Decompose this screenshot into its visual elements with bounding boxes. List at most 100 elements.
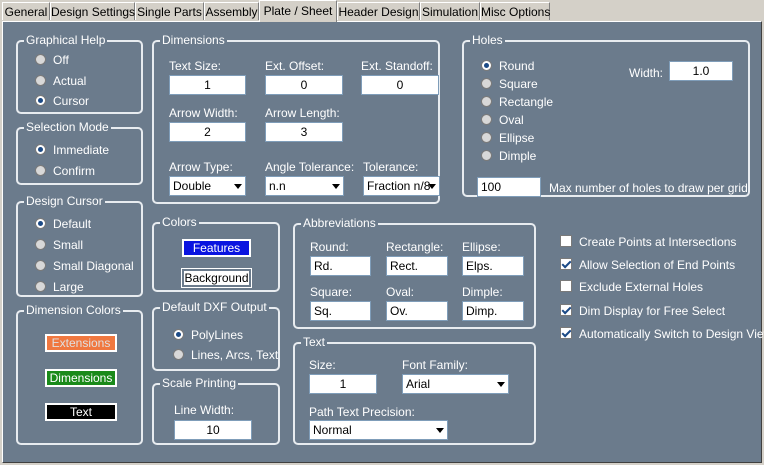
arrow-type-label: Arrow Type: [169, 160, 233, 174]
text-size-label: Size: [309, 358, 336, 372]
text-size-input[interactable]: 1 [309, 374, 377, 394]
max-holes-input[interactable]: 100 [477, 177, 541, 197]
holes-dimple-radio[interactable] [481, 150, 492, 161]
design-cursor-default-radio[interactable] [35, 218, 46, 229]
text-color-button[interactable]: Text [45, 403, 117, 421]
arrow-length-label: Arrow Length: [265, 106, 340, 120]
holes-ellipse-radio[interactable] [481, 132, 492, 143]
path-text-precision-select[interactable]: Normal [309, 420, 448, 440]
exclude-external-holes-label: Exclude External Holes [579, 280, 704, 294]
design-cursor-small-label: Small [53, 238, 84, 252]
holes-oval-label: Oval [499, 113, 524, 127]
tab-assembly[interactable]: Assembly [204, 2, 259, 20]
oval-abbr-input[interactable]: Ov. [386, 301, 448, 321]
abbreviations-title: Abbreviations [301, 216, 378, 231]
tab-single-parts[interactable]: Single Parts [135, 2, 204, 20]
tab-design-settings[interactable]: Design Settings [50, 2, 135, 20]
colors-group: Colors Features Background [152, 215, 280, 292]
abbreviations-group: Abbreviations Round: Rd. Rectangle: Rect… [293, 216, 536, 329]
tab-simulation[interactable]: Simulation [420, 2, 480, 20]
tab-misc-options[interactable]: Misc Options [480, 2, 550, 20]
design-cursor-small-diagonal-label: Small Diagonal [53, 259, 134, 273]
scale-printing-title: Scale Printing [160, 376, 239, 391]
path-text-precision-value: Normal [313, 423, 352, 437]
graphical-help-title: Graphical Help [24, 33, 108, 48]
allow-end-points-label: Allow Selection of End Points [579, 258, 736, 272]
graphical-help-off-radio[interactable] [35, 54, 46, 65]
ext-offset-input[interactable]: 0 [265, 75, 343, 95]
tab-plate-sheet[interactable]: Plate / Sheet [259, 0, 337, 22]
holes-ellipse-label: Ellipse [499, 131, 535, 145]
design-cursor-group: Design Cursor Default Small Small Diagon… [16, 194, 143, 297]
design-cursor-small-diagonal-radio[interactable] [35, 260, 46, 271]
features-color-button[interactable]: Features [182, 239, 251, 257]
tolerance-label: Tolerance: [363, 160, 419, 174]
chevron-down-icon [497, 382, 505, 387]
dimension-colors-group: Dimension Colors Extensions Dimensions T… [16, 303, 143, 445]
graphical-help-off-label: Off [53, 53, 69, 67]
font-family-label: Font Family: [402, 358, 469, 372]
dimple-abbr-input[interactable]: Dimp. [462, 301, 524, 321]
ellipse-abbr-input[interactable]: Elps. [462, 256, 524, 276]
holes-square-radio[interactable] [481, 78, 492, 89]
dxf-polylines-label: PolyLines [191, 328, 244, 342]
round-abbr-label: Round: [310, 240, 349, 254]
holes-oval-radio[interactable] [481, 114, 492, 125]
holes-rectangle-radio[interactable] [481, 96, 492, 107]
design-cursor-large-radio[interactable] [35, 281, 46, 292]
design-cursor-small-radio[interactable] [35, 239, 46, 250]
hole-width-input[interactable]: 1.0 [669, 61, 733, 81]
max-holes-label: Max number of holes to draw per grid [549, 181, 748, 195]
dimensions-group: Dimensions Text Size: 1 Ext. Offset: 0 E… [152, 33, 440, 204]
chevron-down-icon [436, 428, 444, 433]
oval-abbr-label: Oval: [386, 285, 415, 299]
angle-tolerance-select[interactable]: n.n [265, 176, 344, 196]
dimple-abbr-label: Dimple: [462, 285, 503, 299]
rectangle-abbr-label: Rectangle: [386, 240, 444, 254]
arrow-length-input[interactable]: 3 [265, 122, 343, 142]
design-cursor-title: Design Cursor [24, 194, 105, 209]
ext-standoff-label: Ext. Standoff: [361, 59, 433, 73]
holes-round-radio[interactable] [481, 60, 492, 71]
allow-end-points-checkbox[interactable] [560, 258, 572, 270]
holes-group: Holes Round Square Rectangle Oval Ellips… [462, 33, 750, 197]
selection-mode-confirm-radio[interactable] [35, 165, 46, 176]
arrow-type-value: Double [173, 179, 212, 193]
arrow-type-select[interactable]: Double [169, 176, 246, 196]
text-size-input[interactable]: 1 [169, 75, 246, 95]
text-size-label: Text Size: [169, 59, 222, 73]
selection-mode-title: Selection Mode [24, 120, 111, 135]
graphical-help-cursor-radio[interactable] [35, 95, 46, 106]
tab-general[interactable]: General [2, 2, 50, 20]
dxf-output-group: Default DXF Output PolyLines Lines, Arcs… [152, 300, 280, 371]
create-points-checkbox[interactable] [560, 235, 572, 247]
angle-tolerance-value: n.n [269, 179, 286, 193]
holes-title: Holes [470, 33, 505, 48]
auto-switch-design-view-checkbox[interactable] [560, 327, 572, 339]
tab-header-design[interactable]: Header Design [337, 2, 420, 20]
graphical-help-actual-label: Actual [53, 74, 87, 88]
dimensions-color-button[interactable]: Dimensions [45, 369, 117, 387]
tolerance-value: Fraction n/8 [367, 179, 431, 193]
ext-standoff-input[interactable]: 0 [361, 75, 439, 95]
rectangle-abbr-input[interactable]: Rect. [386, 256, 448, 276]
dxf-polylines-radio[interactable] [173, 329, 184, 340]
background-color-button[interactable]: Background [181, 268, 252, 288]
arrow-width-input[interactable]: 2 [169, 122, 246, 142]
square-abbr-input[interactable]: Sq. [310, 301, 371, 321]
dxf-lines-arcs-text-radio[interactable] [173, 349, 184, 360]
round-abbr-input[interactable]: Rd. [310, 256, 371, 276]
selection-mode-immediate-radio[interactable] [35, 144, 46, 155]
text-group: Text Size: 1 Font Family: Arial Path Tex… [293, 335, 536, 445]
tolerance-select[interactable]: Fraction n/8 [363, 176, 440, 196]
graphical-help-actual-radio[interactable] [35, 75, 46, 86]
tab-bar: General Design Settings Single Parts Ass… [0, 0, 764, 22]
font-family-select[interactable]: Arial [402, 374, 509, 394]
ext-offset-label: Ext. Offset: [265, 59, 325, 73]
colors-title: Colors [160, 215, 199, 230]
line-width-input[interactable]: 10 [174, 420, 252, 440]
extensions-color-button[interactable]: Extensions [45, 334, 117, 352]
dim-display-checkbox[interactable] [560, 304, 572, 316]
ellipse-abbr-label: Ellipse: [462, 240, 501, 254]
exclude-external-holes-checkbox[interactable] [560, 280, 572, 292]
